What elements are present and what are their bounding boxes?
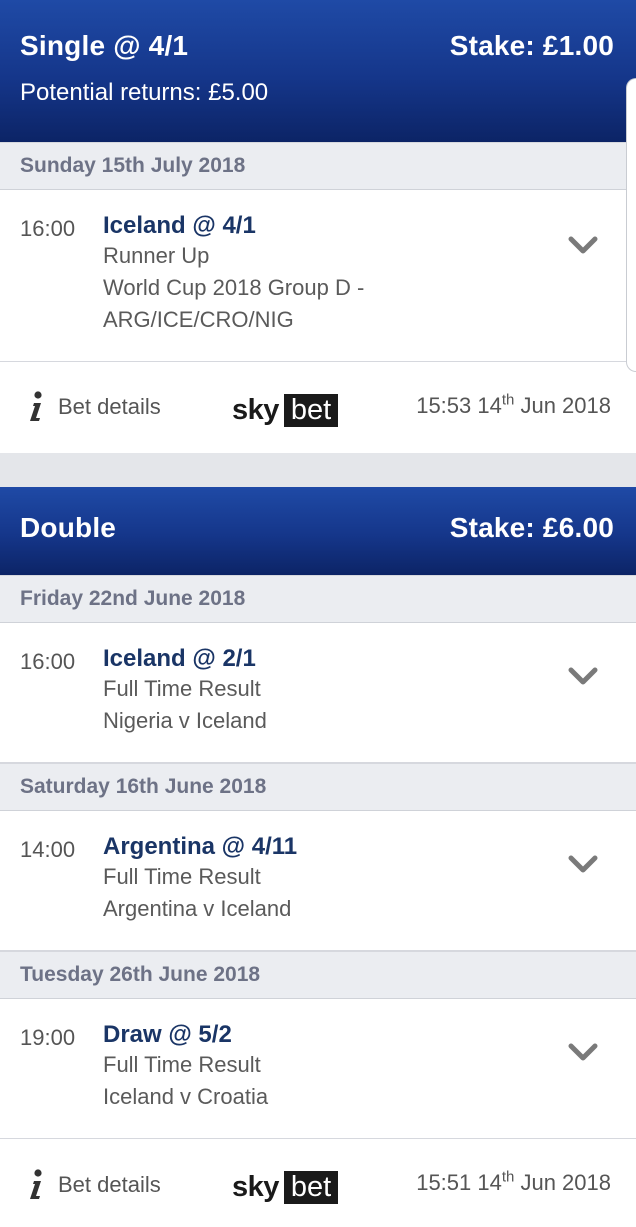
bet-timestamp: 15:53 14th Jun 2018 — [416, 391, 611, 418]
chevron-down-icon[interactable] — [568, 1042, 598, 1064]
selection-title: Argentina @ 4/11 — [103, 833, 298, 860]
selection-market: Full Time Result — [103, 676, 261, 701]
selection-time: 14:00 — [20, 837, 76, 862]
selection-event: ARG/ICE/CRO/NIG — [103, 307, 294, 332]
scrollbar[interactable] — [626, 78, 636, 372]
info-icon[interactable] — [26, 390, 46, 424]
info-icon[interactable] — [26, 1168, 46, 1202]
selection-title: Draw @ 5/2 — [103, 1021, 232, 1048]
bet-card-double: Double Stake: £6.00 Friday 22nd June 201… — [0, 487, 636, 1227]
logo-sky: sky — [232, 1170, 279, 1203]
date-header: Saturday 16th June 2018 — [0, 763, 636, 811]
date-header: Tuesday 26th June 2018 — [0, 951, 636, 999]
selection-title: Iceland @ 2/1 — [103, 645, 256, 672]
bet-details-link[interactable]: Bet details — [58, 394, 161, 420]
selection-market: Full Time Result — [103, 1052, 261, 1077]
chevron-down-icon[interactable] — [568, 235, 598, 257]
stake-amount: Stake: £6.00 — [449, 512, 614, 543]
bet-footer: Bet details sky bet 15:51 14th Jun 2018 — [0, 1139, 636, 1227]
bet-header: Single @ 4/1 Stake: £1.00 Potential retu… — [0, 0, 636, 142]
selection-event: Iceland v Croatia — [103, 1084, 269, 1109]
chevron-down-icon[interactable] — [568, 854, 598, 876]
selection-time: 19:00 — [20, 1025, 76, 1050]
selection-row[interactable]: 19:00 Draw @ 5/2 Full Time Result Icelan… — [0, 999, 636, 1139]
selection-event: Argentina v Iceland — [103, 896, 292, 921]
selection-time: 16:00 — [20, 216, 76, 241]
selection-event: Nigeria v Iceland — [103, 708, 267, 733]
logo-bet: bet — [283, 393, 339, 427]
date-header: Friday 22nd June 2018 — [0, 575, 636, 623]
selection-event: World Cup 2018 Group D - — [103, 275, 365, 300]
skybet-logo: sky bet — [232, 1169, 339, 1205]
selection-title: Iceland @ 4/1 — [103, 212, 256, 239]
selection-row[interactable]: 16:00 Iceland @ 2/1 Full Time Result Nig… — [0, 623, 636, 763]
potential-returns: Potential returns: £5.00 — [20, 79, 269, 106]
chevron-down-icon[interactable] — [568, 666, 598, 688]
selection-time: 16:00 — [20, 649, 76, 674]
selection-row[interactable]: 16:00 Iceland @ 4/1 Runner Up World Cup … — [0, 190, 636, 362]
bet-card-single: Single @ 4/1 Stake: £1.00 Potential retu… — [0, 0, 636, 453]
bet-footer: Bet details sky bet 15:53 14th Jun 2018 — [0, 362, 636, 452]
logo-sky: sky — [232, 393, 279, 426]
bet-header: Double Stake: £6.00 — [0, 487, 636, 575]
skybet-logo: sky bet — [232, 392, 339, 428]
selection-row[interactable]: 14:00 Argentina @ 4/11 Full Time Result … — [0, 811, 636, 951]
bet-timestamp: 15:51 14th Jun 2018 — [416, 1168, 611, 1195]
selection-market: Runner Up — [103, 243, 210, 268]
date-header: Sunday 15th July 2018 — [0, 142, 636, 190]
bet-details-link[interactable]: Bet details — [58, 1172, 161, 1198]
logo-bet: bet — [283, 1170, 339, 1204]
stake-amount: Stake: £1.00 — [449, 30, 614, 61]
bet-type: Single @ 4/1 — [20, 30, 189, 61]
bet-type: Double — [20, 512, 117, 543]
selection-market: Full Time Result — [103, 864, 261, 889]
